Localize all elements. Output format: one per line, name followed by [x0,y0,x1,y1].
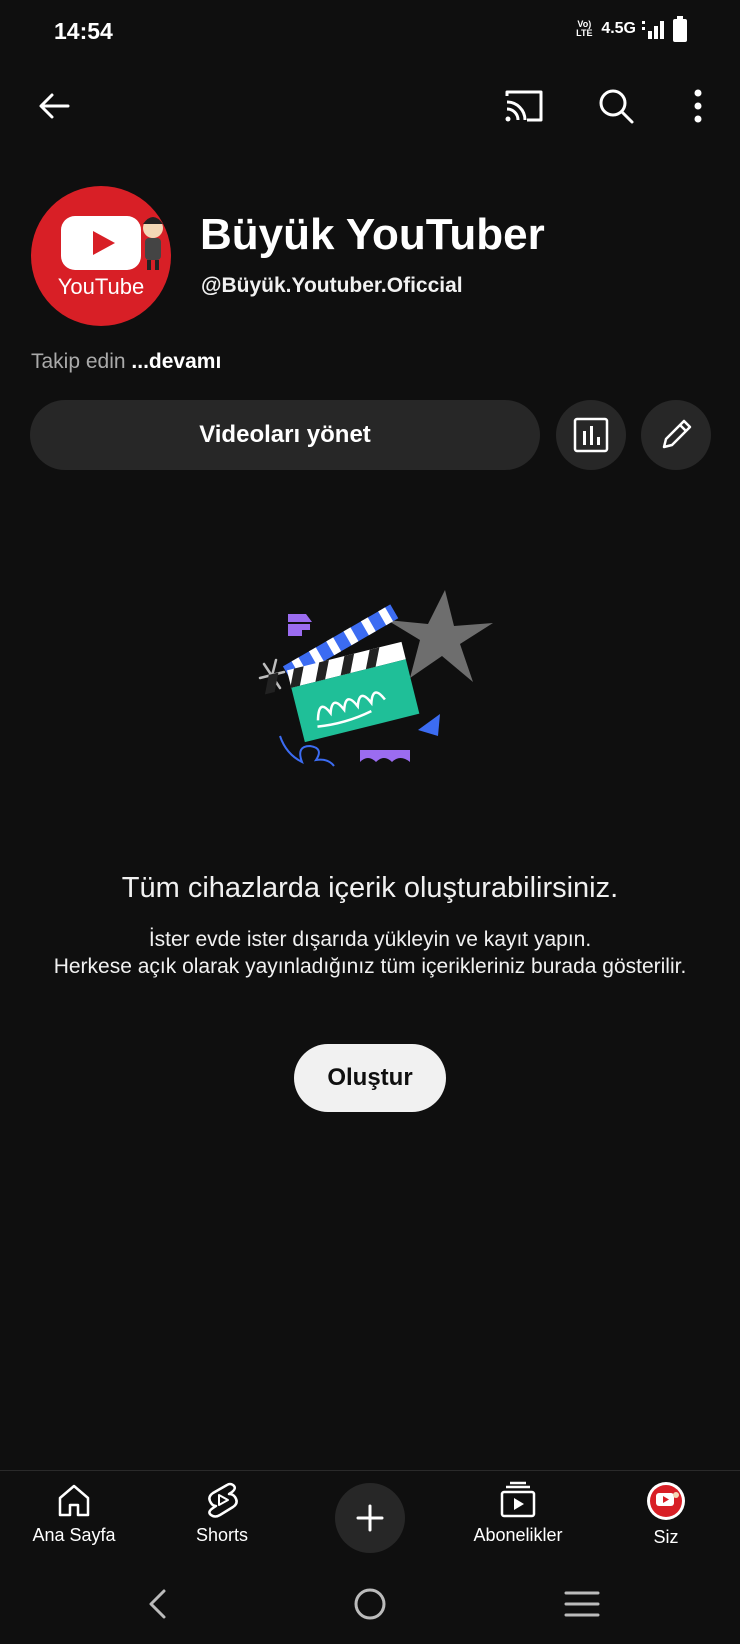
nav-item-subscriptions[interactable]: Abonelikler [448,1481,588,1561]
avatar-youtube-text: YouTube [57,274,145,299]
chevron-left-icon [149,1589,166,1619]
search-button[interactable] [588,78,644,134]
nav-label-shorts: Shorts [195,1525,249,1545]
status-indicators: Vo) LTE 4.5G [573,16,688,42]
shorts-icon [208,1482,238,1518]
nav-item-home[interactable]: Ana Sayfa [4,1481,144,1561]
empty-state-line-1: İster evde ister dışarıda yükleyin ve ka… [148,928,592,951]
status-bar: 14:54 Vo) LTE 4.5G [0,0,740,64]
description-text: Takip edin [31,350,126,373]
empty-state-line-2: Herkese açık olarak yayınladığınız tüm i… [53,955,687,978]
channel-description[interactable]: Takip edin ...devamı [31,350,221,374]
manage-videos-button[interactable]: Videoları yönet [30,400,540,470]
nav-item-you[interactable]: Siz [596,1481,736,1561]
cast-button[interactable] [496,78,552,134]
create-button[interactable]: Oluştur [294,1044,446,1112]
clapperboard-illustration [258,590,493,767]
circle-icon [354,1588,386,1620]
edit-button[interactable] [641,400,711,470]
system-home-button[interactable] [340,1580,400,1628]
volte-indicator: Vo) LTE [576,19,593,38]
system-recents-button[interactable] [552,1580,612,1628]
subscriptions-icon [500,1481,536,1518]
nav-create-button[interactable] [335,1483,405,1553]
status-time: 14:54 [54,18,113,44]
back-arrow-icon [39,93,70,119]
nav-label-you: Siz [653,1527,679,1547]
analytics-icon [573,417,609,453]
signal-icon [642,21,664,39]
analytics-button[interactable] [556,400,626,470]
battery-icon [673,16,687,42]
nav-label-home: Ana Sayfa [32,1525,116,1545]
empty-state-title: Tüm cihazlarda içerik oluşturabilirsiniz… [121,872,619,904]
home-icon [58,1484,90,1517]
system-navigation-bar [0,1562,740,1644]
youtube-logo-icon [61,216,163,270]
network-type: 4.5G [601,20,636,37]
more-vert-icon [694,89,702,123]
channel-avatar[interactable]: YouTube [31,186,171,326]
app-bar [0,72,740,142]
nav-item-shorts[interactable]: Shorts [152,1481,292,1561]
system-back-button[interactable] [128,1580,188,1628]
plus-icon [356,1504,384,1532]
channel-name: Büyük YouTuber [200,210,545,259]
cartoon-character-icon [143,217,163,270]
empty-state-description: İster evde ister dışarıda yükleyin ve ka… [50,926,690,980]
back-button[interactable] [26,78,82,134]
more-options-button[interactable] [670,78,726,134]
bottom-navigation: Ana Sayfa Shorts Abonelikler Siz [0,1470,740,1562]
avatar [647,1482,685,1520]
channel-handle: @Büyük.Youtuber.Oficcial [201,274,463,297]
more-link[interactable]: ...devamı [131,350,221,373]
pencil-icon [662,419,692,449]
cast-icon [505,90,543,122]
nav-label-subscriptions: Abonelikler [473,1525,563,1545]
search-icon [599,89,634,124]
menu-icon [564,1591,600,1617]
